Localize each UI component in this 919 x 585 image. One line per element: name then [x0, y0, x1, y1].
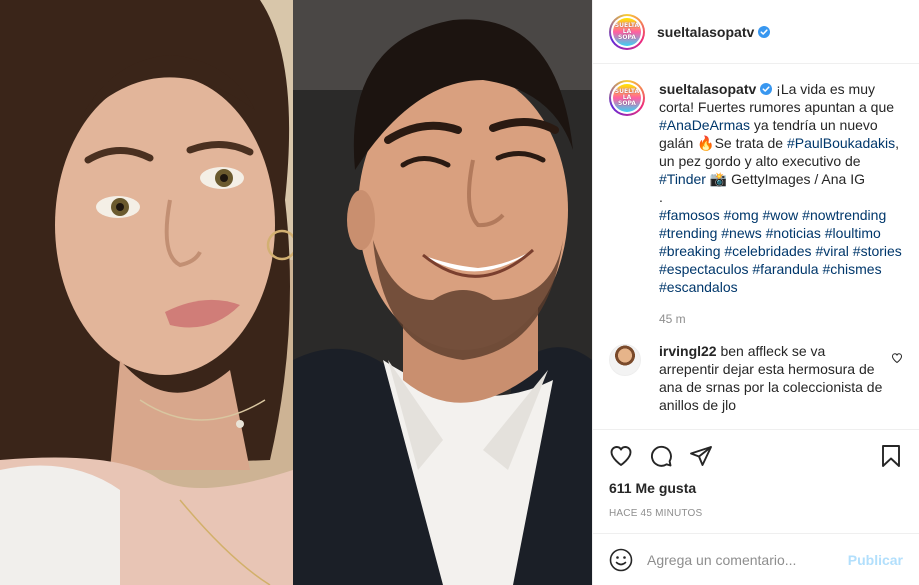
comment-username[interactable]: irvingl22	[659, 343, 717, 359]
hashtag-link[interactable]: #AnaDeArmas	[659, 117, 750, 133]
avatar[interactable]: SUELTA LA SOPA	[609, 13, 645, 50]
caption-text: sueltalasopatv ¡La vida es muy corta! Fu…	[659, 81, 902, 295]
comment-like-icon[interactable]	[891, 352, 903, 364]
caption-time[interactable]: 45 m	[659, 312, 903, 326]
verified-badge-icon	[758, 25, 771, 38]
caption: SUELTA LA SOPA sueltalasopatv ¡La vida e…	[609, 80, 903, 326]
hashtag-list[interactable]: #famosos #omg #wow #nowtrending #trendin…	[659, 207, 902, 295]
comments-area: SUELTA LA SOPA sueltalasopatv ¡La vida e…	[593, 64, 919, 429]
verified-badge-icon	[760, 83, 773, 95]
post-timestamp[interactable]: HACE 45 MINUTOS	[609, 508, 903, 533]
post-actions-section: 611 Me gusta HACE 45 MINUTOS	[593, 429, 919, 533]
action-bar	[609, 430, 903, 478]
comment-icon[interactable]	[649, 444, 673, 468]
post-image[interactable]	[0, 0, 592, 585]
commenter-avatar[interactable]	[609, 344, 641, 376]
post-header: SUELTA LA SOPA sueltalasopatv	[593, 0, 919, 64]
caption-username[interactable]: sueltalasopatv	[659, 81, 756, 97]
heart-icon[interactable]	[609, 444, 633, 468]
caption-avatar[interactable]: SUELTA LA SOPA	[609, 80, 645, 116]
post-details-panel: SUELTA LA SOPA sueltalasopatv SUELTA LA …	[592, 0, 919, 585]
brand-logo: SUELTA LA SOPA	[613, 17, 641, 46]
publish-button[interactable]: Publicar	[848, 552, 903, 568]
likes-count[interactable]: 611 Me gusta	[609, 480, 903, 496]
hashtag-link[interactable]: #Tinder	[659, 171, 706, 187]
hashtag-link[interactable]: #PaulBoukadakis	[787, 135, 895, 151]
bookmark-icon[interactable]	[879, 444, 903, 468]
photo-woman-selfie	[0, 0, 293, 585]
share-icon[interactable]	[689, 444, 713, 468]
comment-text: irvingl22 ben affleck se va arrepentir d…	[659, 343, 883, 413]
comment-item: irvingl22 ben affleck se va arrepentir d…	[609, 342, 903, 414]
comment-input[interactable]	[647, 551, 848, 568]
brand-logo: SUELTA LA SOPA	[613, 84, 641, 112]
emoji-icon[interactable]	[609, 548, 633, 572]
header-username[interactable]: sueltalasopatv	[657, 24, 754, 40]
photo-man-smiling	[293, 0, 592, 585]
instagram-post: SUELTA LA SOPA sueltalasopatv SUELTA LA …	[0, 0, 919, 585]
add-comment-bar: Publicar	[593, 533, 919, 585]
